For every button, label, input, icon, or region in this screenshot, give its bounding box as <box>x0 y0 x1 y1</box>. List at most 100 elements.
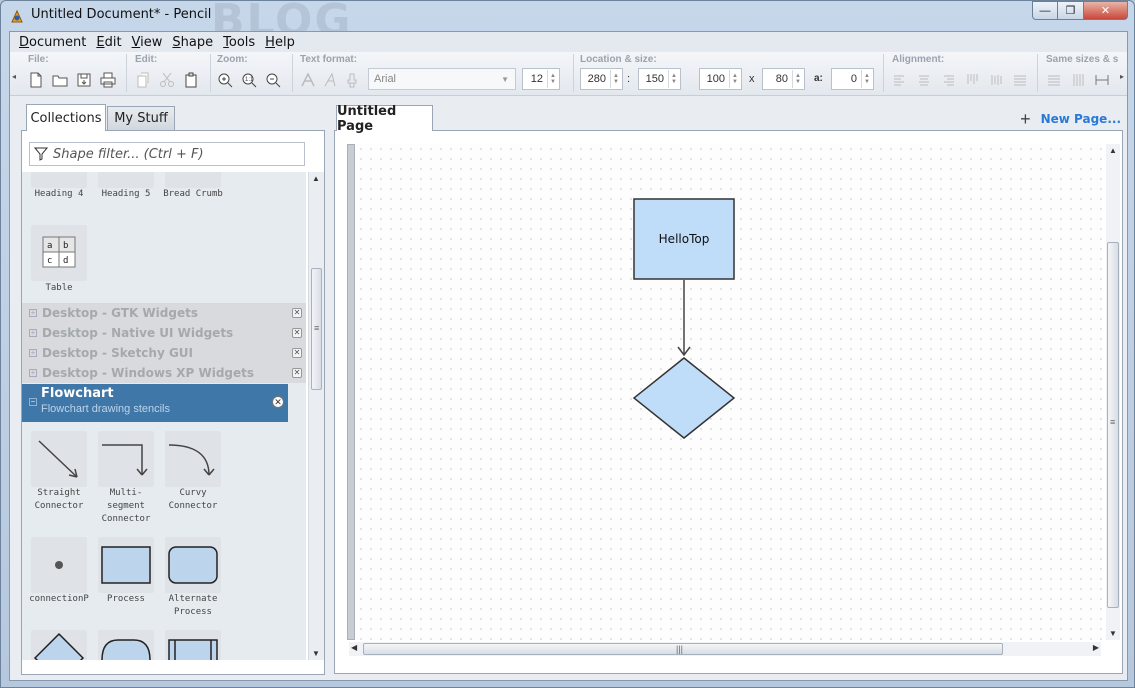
same-size-icon[interactable] <box>1094 72 1110 88</box>
menu-help-mnemonic: H <box>265 34 275 50</box>
predefined-process-shape[interactable] <box>165 630 221 660</box>
open-folder-icon[interactable] <box>52 72 68 88</box>
scroll-left-icon[interactable]: ◀ <box>351 643 357 652</box>
new-page-button[interactable]: + New Page... <box>1020 110 1121 128</box>
minimize-button[interactable]: — <box>1032 1 1058 20</box>
canvas-ruler <box>347 144 355 640</box>
process-shape[interactable] <box>98 537 154 593</box>
align-top-icon[interactable] <box>964 72 980 88</box>
font-size-spinner[interactable]: ▲ ▼ <box>547 70 558 88</box>
y-position-spinner[interactable]: ▲ ▼ <box>668 70 679 88</box>
alternate-process-shape[interactable] <box>165 537 221 593</box>
terminator-icon <box>101 639 151 660</box>
close-collection-icon[interactable]: ✕ <box>292 308 302 318</box>
paste-icon[interactable] <box>183 72 199 88</box>
bread-crumb-shape[interactable] <box>165 172 221 188</box>
scroll-up-icon[interactable]: ▲ <box>1109 146 1117 155</box>
multi-segment-connector-shape[interactable] <box>98 431 154 487</box>
angle-spinner[interactable]: ▲ ▼ <box>861 70 872 88</box>
toolbar-scroll-right-icon[interactable]: ▸ <box>1120 72 1124 81</box>
title-bar[interactable]: BLOG Untitled Document* - Pencil — ❐ ✕ <box>1 0 1134 46</box>
decision-shape[interactable] <box>31 630 87 660</box>
canvas-horizontal-scrollbar[interactable]: ◀ ||| ▶ <box>349 642 1101 656</box>
align-center-icon[interactable] <box>916 72 932 88</box>
align-left-icon[interactable] <box>892 72 908 88</box>
menu-document-label: ocument <box>29 34 87 50</box>
close-collection-icon[interactable]: ✕ <box>292 348 302 358</box>
y-position-field[interactable]: 150 ▲ ▼ <box>638 68 681 90</box>
bold-text-icon[interactable] <box>300 72 316 88</box>
scroll-right-icon[interactable]: ▶ <box>1093 643 1099 652</box>
menu-edit[interactable]: Edit <box>91 35 126 50</box>
align-bottom-icon[interactable] <box>1012 72 1028 88</box>
connection-point-icon <box>55 561 63 569</box>
scroll-up-icon[interactable]: ▲ <box>312 174 320 183</box>
align-middle-icon[interactable] <box>988 72 1004 88</box>
copy-icon[interactable] <box>135 72 151 88</box>
toolbar-separator <box>1037 54 1038 92</box>
tab-my-stuff[interactable]: My Stuff <box>107 106 175 130</box>
collection-flowchart[interactable]: − Flowchart Flowchart drawing stencils ✕ <box>22 384 288 422</box>
height-spinner[interactable]: ▲ ▼ <box>792 70 803 88</box>
menu-document[interactable]: Document <box>14 35 91 50</box>
text-color-icon[interactable] <box>344 72 360 88</box>
scroll-thumb[interactable]: ≡ <box>311 268 322 390</box>
x-position-spinner[interactable]: ▲ ▼ <box>610 70 621 88</box>
scroll-thumb[interactable]: ≡ <box>1107 242 1119 608</box>
menu-view[interactable]: View <box>127 35 168 50</box>
font-size-field[interactable]: 12 ▲ ▼ <box>522 68 560 90</box>
scroll-thumb[interactable]: ||| <box>363 643 1003 655</box>
close-collection-icon[interactable]: ✕ <box>292 328 302 338</box>
height-field[interactable]: 80 ▲ ▼ <box>762 68 805 90</box>
italic-text-icon[interactable] <box>322 72 338 88</box>
save-icon[interactable] <box>76 72 92 88</box>
close-collection-icon[interactable]: ✕ <box>272 396 284 408</box>
collection-windows-xp-widgets[interactable]: + Desktop - Windows XP Widgets ✕ <box>22 363 306 383</box>
menu-tools[interactable]: Tools <box>218 35 260 50</box>
width-spinner[interactable]: ▲ ▼ <box>729 70 740 88</box>
menu-shape[interactable]: Shape <box>167 35 218 50</box>
angle-field[interactable]: 0 ▲ ▼ <box>831 68 874 90</box>
zoom-actual-icon[interactable]: 1:1 <box>241 72 257 88</box>
toolbar-scroll-left-icon[interactable]: ◂ <box>12 72 16 81</box>
decision-diamond-node[interactable] <box>632 357 736 439</box>
heading-4-shape[interactable] <box>31 172 87 188</box>
print-icon[interactable] <box>100 72 116 88</box>
table-icon: a b c d <box>42 236 76 268</box>
same-height-icon[interactable] <box>1070 72 1086 88</box>
drawing-canvas[interactable]: HelloTop <box>356 144 1102 640</box>
connection-point-shape[interactable] <box>31 537 87 593</box>
heading-5-shape[interactable] <box>98 172 154 188</box>
shape-filter-input[interactable]: Shape filter... (Ctrl + F) <box>29 142 305 166</box>
scroll-down-icon[interactable]: ▼ <box>312 649 320 658</box>
menu-document-mnemonic: D <box>19 34 30 50</box>
table-shape[interactable]: a b c d <box>31 225 87 281</box>
shapes-vertical-scrollbar[interactable]: ▲ ≡ ▼ <box>308 172 324 660</box>
x-position-field[interactable]: 280 ▲ ▼ <box>580 68 623 90</box>
close-collection-icon[interactable]: ✕ <box>292 368 302 378</box>
menu-help[interactable]: Help <box>260 35 300 50</box>
same-width-icon[interactable] <box>1046 72 1062 88</box>
curvy-connector-icon <box>168 444 215 476</box>
curvy-connector-shape[interactable] <box>165 431 221 487</box>
close-button[interactable]: ✕ <box>1084 1 1128 20</box>
zoom-out-icon[interactable] <box>265 72 281 88</box>
scroll-down-icon[interactable]: ▼ <box>1109 629 1117 638</box>
terminator-shape[interactable] <box>98 630 154 660</box>
collection-sketchy-gui[interactable]: + Desktop - Sketchy GUI ✕ <box>22 343 306 363</box>
font-family-select[interactable]: Arial ▼ <box>368 68 516 90</box>
tab-collections[interactable]: Collections <box>26 104 106 131</box>
cut-icon[interactable] <box>159 72 175 88</box>
width-field[interactable]: 100 ▲ ▼ <box>699 68 742 90</box>
new-document-icon[interactable] <box>28 72 44 88</box>
canvas-vertical-scrollbar[interactable]: ▲ ≡ ▼ <box>1106 144 1120 640</box>
maximize-button[interactable]: ❐ <box>1058 1 1084 20</box>
tab-untitled-page[interactable]: Untitled Page <box>336 104 433 134</box>
collection-native-ui-widgets[interactable]: + Desktop - Native UI Widgets ✕ <box>22 323 306 343</box>
filter-icon <box>34 147 48 161</box>
zoom-in-icon[interactable] <box>217 72 233 88</box>
window-title: Untitled Document* - Pencil <box>31 7 212 22</box>
collection-gtk-widgets[interactable]: + Desktop - GTK Widgets ✕ <box>22 303 306 323</box>
align-right-icon[interactable] <box>940 72 956 88</box>
straight-connector-shape[interactable] <box>31 431 87 487</box>
